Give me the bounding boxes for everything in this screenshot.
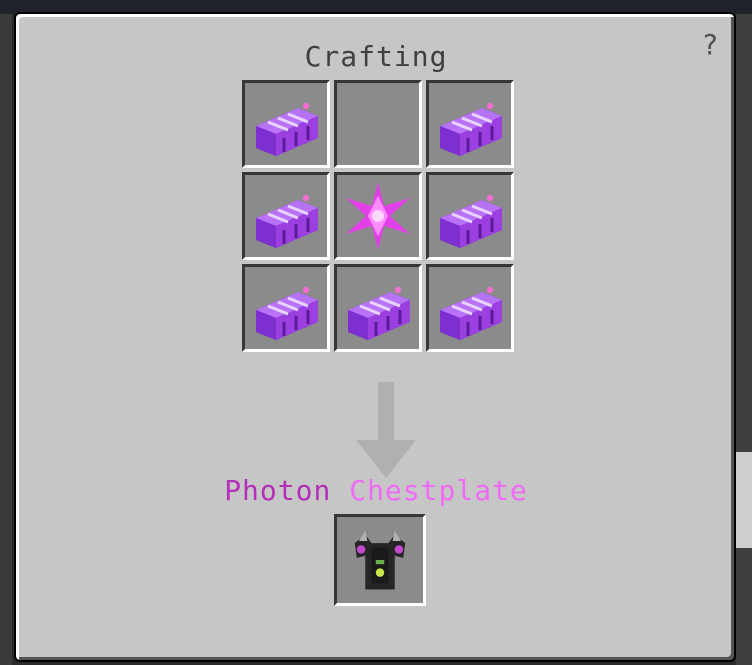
right-border-strip xyxy=(736,14,752,665)
photon-ingot-icon xyxy=(438,285,504,342)
result-name-part1: Photon xyxy=(224,474,332,507)
photon-star-icon xyxy=(346,182,410,250)
result-slot[interactable] xyxy=(334,514,426,606)
photon-ingot-icon xyxy=(254,101,320,158)
result-name-part2: Chestplate xyxy=(349,474,528,507)
photon-chestplate-icon xyxy=(354,530,406,590)
photon-ingot-icon xyxy=(438,101,504,158)
crafting-slot[interactable] xyxy=(334,172,422,260)
help-button[interactable]: ? xyxy=(698,28,722,61)
crafting-slot[interactable] xyxy=(242,172,330,260)
crafting-slot[interactable] xyxy=(426,172,514,260)
crafting-slot[interactable] xyxy=(242,80,330,168)
crafting-slot[interactable] xyxy=(242,264,330,352)
photon-ingot-icon xyxy=(346,285,412,342)
photon-ingot-icon xyxy=(438,193,504,250)
result-item-name: Photon Chestplate xyxy=(0,474,752,507)
crafting-slot[interactable] xyxy=(334,80,422,168)
crafting-grid xyxy=(242,80,518,356)
crafting-slot[interactable] xyxy=(426,264,514,352)
crafting-slot[interactable] xyxy=(334,264,422,352)
crafting-slot[interactable] xyxy=(426,80,514,168)
photon-ingot-icon xyxy=(254,193,320,250)
photon-ingot-icon xyxy=(254,285,320,342)
left-border-strip xyxy=(0,14,12,665)
window-title: Crafting xyxy=(304,40,448,73)
down-arrow-icon xyxy=(356,382,416,478)
